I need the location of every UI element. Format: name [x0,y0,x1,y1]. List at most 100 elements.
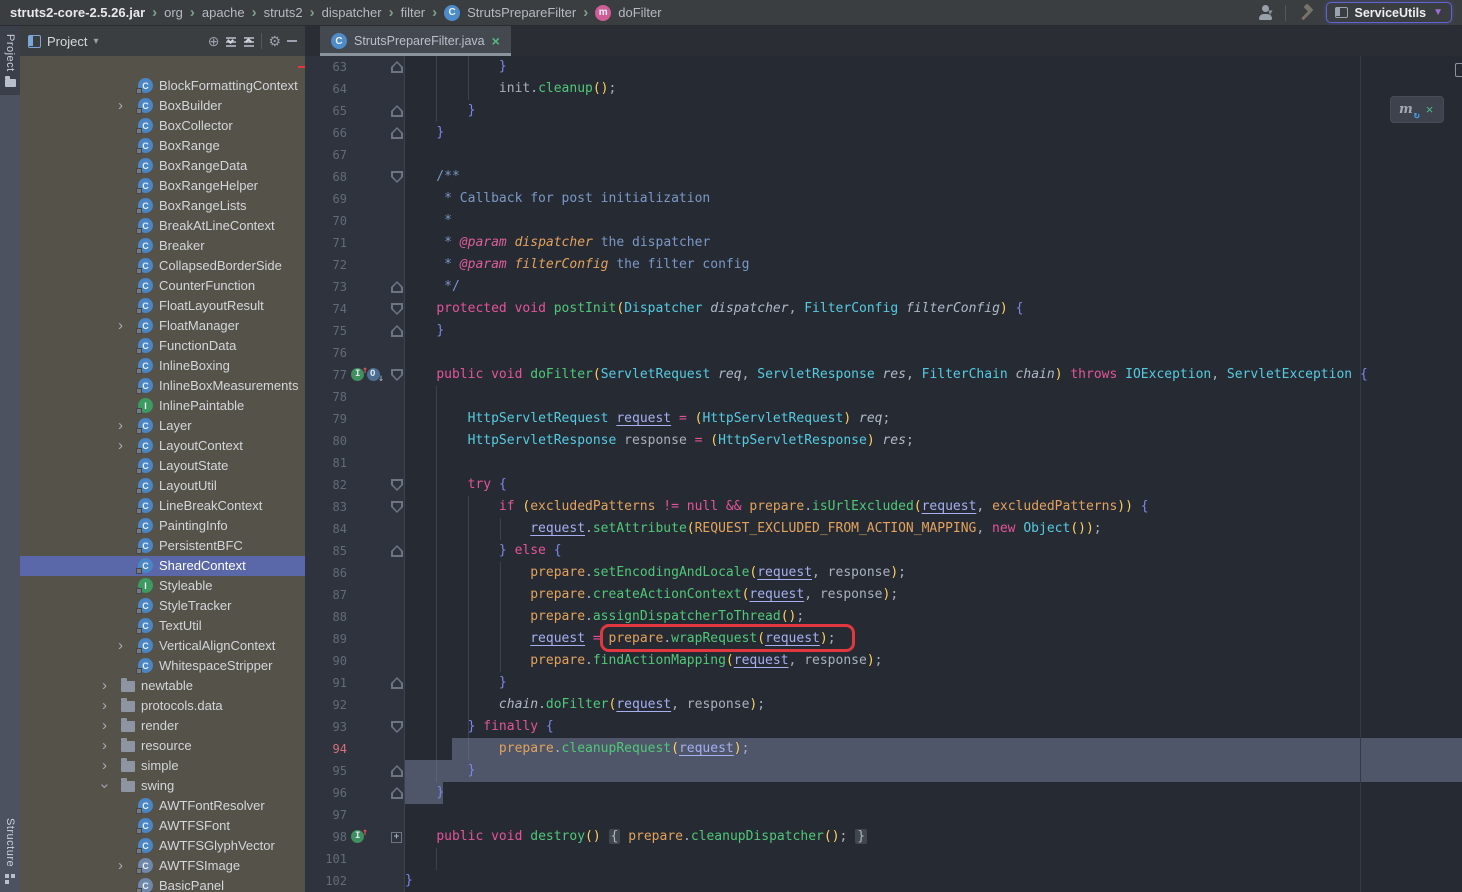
chevron-right-icon[interactable]: › [118,97,123,115]
gutter-line[interactable]: 83 [305,496,405,518]
code-line-72[interactable]: * @param filterConfig the filter config [405,254,749,276]
gutter-line[interactable]: 82 [305,474,405,496]
gutter-line[interactable]: 92 [305,694,405,716]
fold-marker-icon[interactable] [391,61,403,73]
tree-item-layoutcontext[interactable]: ›CLayoutContext [20,436,305,456]
gutter-line[interactable]: 101 [305,848,405,870]
gutter-line[interactable]: 96 [305,782,405,804]
tool-window-button-project[interactable]: Project [0,26,20,95]
tree-item-boxrangedata[interactable]: CBoxRangeData [20,156,305,176]
gutter-line[interactable]: 71 [305,232,405,254]
gutter-line[interactable]: 88 [305,606,405,628]
fold-marker-icon[interactable] [391,501,403,513]
collapse-all-icon[interactable] [243,35,255,47]
tree-item-whitespacestripper[interactable]: CWhitespaceStripper [20,656,305,676]
code-line-85[interactable]: } else { [405,540,562,562]
code-line-90[interactable]: prepare.findActionMapping(request, respo… [405,650,882,672]
gutter-line[interactable]: 93 [305,716,405,738]
chevron-down-icon[interactable]: ▾ [93,36,98,47]
fold-marker-icon[interactable] [391,105,403,117]
tree-item-swing[interactable]: ›swing [20,776,305,796]
chevron-right-icon[interactable]: › [118,317,123,335]
user-menu[interactable]: ▾ [1258,5,1273,20]
code-line-75[interactable]: } [405,320,444,342]
gutter-line[interactable]: 102 [305,870,405,892]
chevron-right-icon[interactable]: › [102,717,107,735]
gutter-line[interactable]: 69 [305,188,405,210]
tree-item-layer[interactable]: ›CLayer [20,416,305,436]
gutter-line[interactable]: 80 [305,430,405,452]
gutter-line[interactable]: 72 [305,254,405,276]
tree-item-sharedcontext[interactable]: CSharedContext [20,556,305,576]
tree-item-inlinepaintable[interactable]: IInlinePaintable [20,396,305,416]
tree-item-boxcollector[interactable]: CBoxCollector [20,116,305,136]
code-line-71[interactable]: * @param dispatcher the dispatcher [405,232,710,254]
gutter-line[interactable]: 63 [305,56,405,78]
tree-item-floatlayoutresult[interactable]: CFloatLayoutResult [20,296,305,316]
build-hammer-icon[interactable] [1298,5,1314,21]
chevron-right-icon[interactable]: › [118,857,123,875]
tab-close-icon[interactable]: × [492,34,500,48]
close-icon[interactable]: × [1426,102,1434,117]
fold-marker-icon[interactable] [391,325,403,337]
tree-item-collapsedborderside[interactable]: CCollapsedBorderSide [20,256,305,276]
gutter-line[interactable]: 64 [305,78,405,100]
tree-item-verticalaligncontext[interactable]: ›CVerticalAlignContext [20,636,305,656]
tree-item-styleable[interactable]: IStyleable [20,576,305,596]
code-line-92[interactable]: chain.doFilter(request, response); [405,694,765,716]
settings-gear-icon[interactable]: ⚙ [268,34,281,48]
fold-marker-icon[interactable] [391,479,403,491]
gutter-line[interactable]: 73 [305,276,405,298]
tree-item-inlineboxmeasurements[interactable]: CInlineBoxMeasurements [20,376,305,396]
tree-item-breakatlinecontext[interactable]: CBreakAtLineContext [20,216,305,236]
bookmark-icon[interactable] [1455,63,1462,77]
tree-item-boxrangehelper[interactable]: CBoxRangeHelper [20,176,305,196]
gutter-line[interactable]: 95 [305,760,405,782]
breadcrumb-item[interactable]: StrutsPrepareFilter [467,5,576,20]
chevron-down-icon[interactable]: › [96,784,114,789]
code-line-84[interactable]: request.setAttribute(REQUEST_EXCLUDED_FR… [405,518,1102,540]
tree-item-simple[interactable]: ›simple [20,756,305,776]
code-line-98[interactable]: public void destroy() { prepare.cleanupD… [405,826,867,848]
tree-item-awtfontresolver[interactable]: CAWTFontResolver [20,796,305,816]
code-line-91[interactable]: } [405,672,507,694]
gutter-line[interactable]: 98+ [305,826,405,848]
gutter-line[interactable]: 85 [305,540,405,562]
code-editor[interactable]: 6364656667686970717273747576777879808182… [305,56,1462,892]
gutter-line[interactable]: 74 [305,298,405,320]
tree-item-render[interactable]: ›render [20,716,305,736]
code-line-68[interactable]: /** [405,166,460,188]
fold-marker-icon[interactable] [391,545,403,557]
gutter-line[interactable]: 86 [305,562,405,584]
tree-item-awtfsimage[interactable]: ›CAWTFSImage [20,856,305,876]
chevron-right-icon[interactable]: › [102,697,107,715]
code-line-95[interactable]: } [405,760,475,782]
code-line-79[interactable]: HttpServletRequest request = (HttpServle… [405,408,890,430]
floating-method-widget[interactable]: m × [1390,96,1444,123]
code-line-73[interactable]: */ [405,276,460,298]
gutter-line[interactable]: 97 [305,804,405,826]
code-line-77[interactable]: public void doFilter(ServletRequest req,… [405,364,1368,386]
code-line-86[interactable]: prepare.setEncodingAndLocale(request, re… [405,562,906,584]
code-line-69[interactable]: * Callback for post initialization [405,188,710,210]
overrides-method-icon[interactable] [351,830,364,843]
chevron-right-icon[interactable]: › [118,437,123,455]
tree-item-textutil[interactable]: CTextUtil [20,616,305,636]
gutter-line[interactable]: 81 [305,452,405,474]
chevron-right-icon[interactable]: › [102,677,107,695]
breadcrumb-item[interactable]: struts2 [264,5,303,20]
fold-marker-icon[interactable] [391,281,403,293]
tree-item-layoututil[interactable]: CLayoutUtil [20,476,305,496]
gutter-line[interactable]: 90 [305,650,405,672]
chevron-right-icon[interactable]: › [118,417,123,435]
fold-marker-icon[interactable] [391,303,403,315]
gutter-line[interactable]: 70 [305,210,405,232]
fold-marker-icon[interactable]: + [391,832,402,843]
gutter-line[interactable]: 68 [305,166,405,188]
code-line-96[interactable]: } [405,782,444,804]
chevron-right-icon[interactable]: › [118,637,123,655]
code-line-93[interactable]: } finally { [405,716,554,738]
tree-item-styletracker[interactable]: CStyleTracker [20,596,305,616]
code-line-64[interactable]: init.cleanup(); [405,78,616,100]
fold-marker-icon[interactable] [391,369,403,381]
